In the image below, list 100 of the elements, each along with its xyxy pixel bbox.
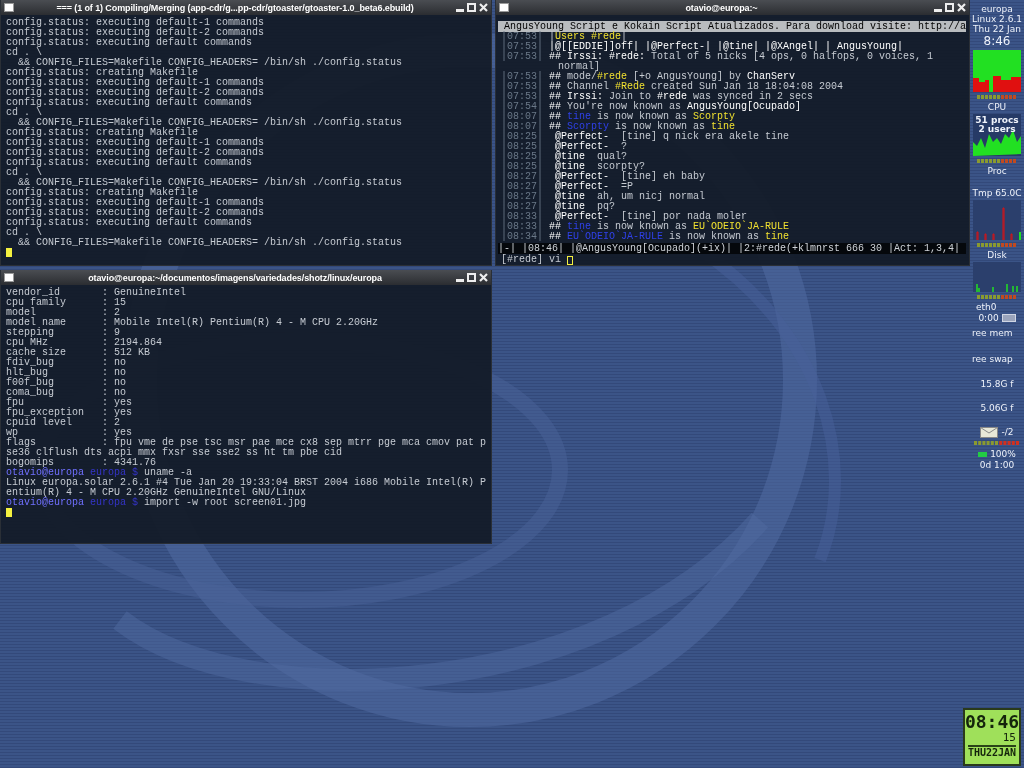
terminal-line: model name : Mobile Intel(R) Pentium(R) 4 - M CPU 2.20GHz (6, 318, 380, 328)
terminal-line: cache size : 512 KB (6, 348, 152, 358)
close-icon[interactable] (479, 273, 488, 282)
terminal-line: cpu MHz : 2194.864 (6, 338, 164, 348)
window-menu-icon[interactable] (499, 3, 509, 12)
terminal-line: config.status: executing default commands (6, 38, 254, 48)
terminal-line: config.status: creating Makefile (6, 68, 199, 78)
chat-line: |08:33| @Perfect- [tine] por nada moler (501, 212, 748, 222)
chat-line: |07:53| ## Channel #Rede created Sun Jan 18 18:04:08 2004 (501, 82, 845, 92)
memory-label: ree mem (972, 328, 1013, 338)
terminal-line: hlt_bug : no (6, 368, 128, 378)
disk-label: Disk (987, 250, 1007, 260)
terminal-line: otavio@europa europa $ uname -a (6, 468, 194, 478)
terminal-line: fpu_exception : yes (6, 408, 134, 418)
terminal-line: flags : fpu vme de pse tsc msr pae mce cx8 sep mtrr pge mca cmov pat p (6, 438, 488, 448)
terminal-line: config.status: executing default commands (6, 98, 254, 108)
maximize-icon[interactable] (467, 3, 476, 12)
chat-line: |08:07| ## tine is now known as Scorpty (501, 112, 736, 122)
chat-line: |08:07| ## Scorpty is now known as tine (501, 122, 736, 132)
swap-label: ree swap (972, 354, 1013, 364)
procs-label: 51 procs (974, 116, 1020, 125)
window-title: === (1 of 1) Compiling/Merging (app-cdr/g...pp-cdr/gtoaster/gtoaster-1.0_beta6.ebuild) (55, 2, 415, 13)
cpu-graph (973, 50, 1021, 92)
terminal-line: f00f_bug : no (6, 378, 128, 388)
close-icon[interactable] (957, 3, 966, 12)
window-menu-icon[interactable] (4, 273, 14, 282)
kernel-version: Linux 2.6.1 (972, 14, 1022, 24)
chat-line: |08:25| @tine scorpty? (501, 162, 646, 172)
chat-line: |07:53| |@[[EDDIE]]off| |@Perfect-| |@tine| |@XAngel| | AngusYoung| (501, 42, 904, 52)
chat-line: |08:27| @tine pq? (501, 202, 617, 212)
proc-label: Proc (987, 166, 1007, 176)
terminal-line: wp : yes (6, 428, 134, 438)
terminal-line: config.status: creating Makefile (6, 188, 199, 198)
host-name: europa (981, 4, 1013, 14)
terminal-line: cd . \ (6, 48, 42, 58)
terminal-line: config.status: executing default-1 commands (6, 138, 266, 148)
chat-line: |07:54| ## You're now known as AngusYoung[Ocupado] (501, 102, 803, 112)
maximize-icon[interactable] (467, 273, 476, 282)
terminal-line: fdiv_bug : no (6, 358, 128, 368)
window-menu-icon[interactable] (4, 3, 14, 12)
terminal-line: vendor_id : GenuineIntel (6, 288, 188, 298)
date-label: Thu 22 Jan (973, 24, 1021, 34)
terminal-line: bogomips : 4341.76 (6, 458, 158, 468)
terminal-line: coma_bug : no (6, 388, 128, 398)
filesystem-label: 15.8G f (980, 379, 1014, 389)
terminal-line: cpu family : 15 (6, 298, 128, 308)
terminal-line: config.status: executing default-2 commands (6, 208, 266, 218)
uptime-label: 0d 1:00 (979, 460, 1015, 470)
terminal-line: && CONFIG_FILES=Makefile CONFIG_HEADERS= /bin/sh ./config.status (18, 58, 404, 68)
maximize-icon[interactable] (945, 3, 954, 12)
terminal-line: cd . \ (6, 108, 42, 118)
status-bar: |-| |08:46| |@AngusYoung[Ocupado](+ix)| |2:#rede(+klmnrst 666 30 |Act: 1,3,4| (498, 243, 966, 254)
meter-bar (977, 159, 1017, 163)
terminal-line: config.status: executing default commands (6, 218, 254, 228)
clock-time: 08:46 (964, 712, 1020, 732)
input-field[interactable]: [#rede] vi (501, 255, 567, 265)
terminal-line: config.status: creating Makefile (6, 128, 199, 138)
terminal-line: cd . \ (6, 228, 42, 238)
users-label: 2 users (977, 125, 1016, 134)
network-label: eth0 (976, 302, 997, 312)
terminal-line: config.status: executing default-2 commands (6, 148, 266, 158)
connect-button[interactable] (1001, 314, 1016, 322)
channel-topic: AngusYoung Script e Kokain Script Atualizados. Para download visite: http://a (498, 21, 966, 32)
terminal-line: cpuid level : 2 (6, 418, 121, 428)
terminal-line: model : 2 (6, 308, 121, 318)
terminal-line: config.status: executing default-2 commands (6, 28, 266, 38)
meter-bar (977, 95, 1017, 99)
terminal-line: config.status: executing default commands (6, 158, 254, 168)
chat-line: |08:34| ## EU`ODEIO`JA-RULE is now known as tine (501, 232, 791, 242)
terminal-line: fpu : yes (6, 398, 134, 408)
chat-line: |08:27| @Perfect- =P (501, 182, 634, 192)
time-label: 8:46 (983, 34, 1011, 48)
filesystem-label: 5.06G f (980, 403, 1014, 413)
terminal-line: config.status: executing default-1 commands (6, 78, 266, 88)
terminal-line: stepping : 9 (6, 328, 121, 338)
cpu-label: CPU (987, 102, 1007, 112)
connect-time: 0:00 (978, 313, 999, 323)
meter-bar (977, 243, 1017, 247)
battery-icon (978, 451, 988, 457)
envelope-icon[interactable] (980, 426, 999, 438)
meter-bar (974, 441, 1020, 445)
proc-graph (973, 114, 1021, 156)
chat-line: |08:27| @tine ah, um nicj normal (501, 192, 707, 202)
terminal-line: && CONFIG_FILES=Makefile CONFIG_HEADERS= /bin/sh ./config.status (18, 118, 404, 128)
meter-bar (977, 295, 1017, 299)
chat-line: |08:25| @Perfect- ? (501, 142, 628, 152)
mail-count: -/2 (1001, 427, 1014, 437)
terminal-line: otavio@europa europa $ import -w root screen01.jpg (6, 498, 308, 508)
terminal-line: config.status: executing default-1 commands (6, 198, 266, 208)
clock-seconds: 15 (1002, 732, 1017, 743)
terminal-line: config.status: executing default-1 commands (6, 18, 266, 28)
close-icon[interactable] (479, 3, 488, 12)
chat-line: |07:53| ## Irssi: Join to #rede was synced in 2 secs (501, 92, 815, 102)
window-title: otavio@europa:~/documentos/imagens/variedades/shotz/linux/europa (87, 272, 383, 283)
clock-date: THU22JAN (967, 745, 1017, 759)
chat-line: |08:25| @Perfect- [tine] q nick era akele tine (501, 132, 791, 142)
disk-graph (973, 200, 1021, 240)
temperature-label: Tmp 65.0C (972, 188, 1022, 198)
terminal-line: entium(R) 4 - M CPU 2.20GHz GenuineIntel GNU/Linux (6, 488, 308, 498)
chat-line: |08:25| @tine qual? (501, 152, 628, 162)
